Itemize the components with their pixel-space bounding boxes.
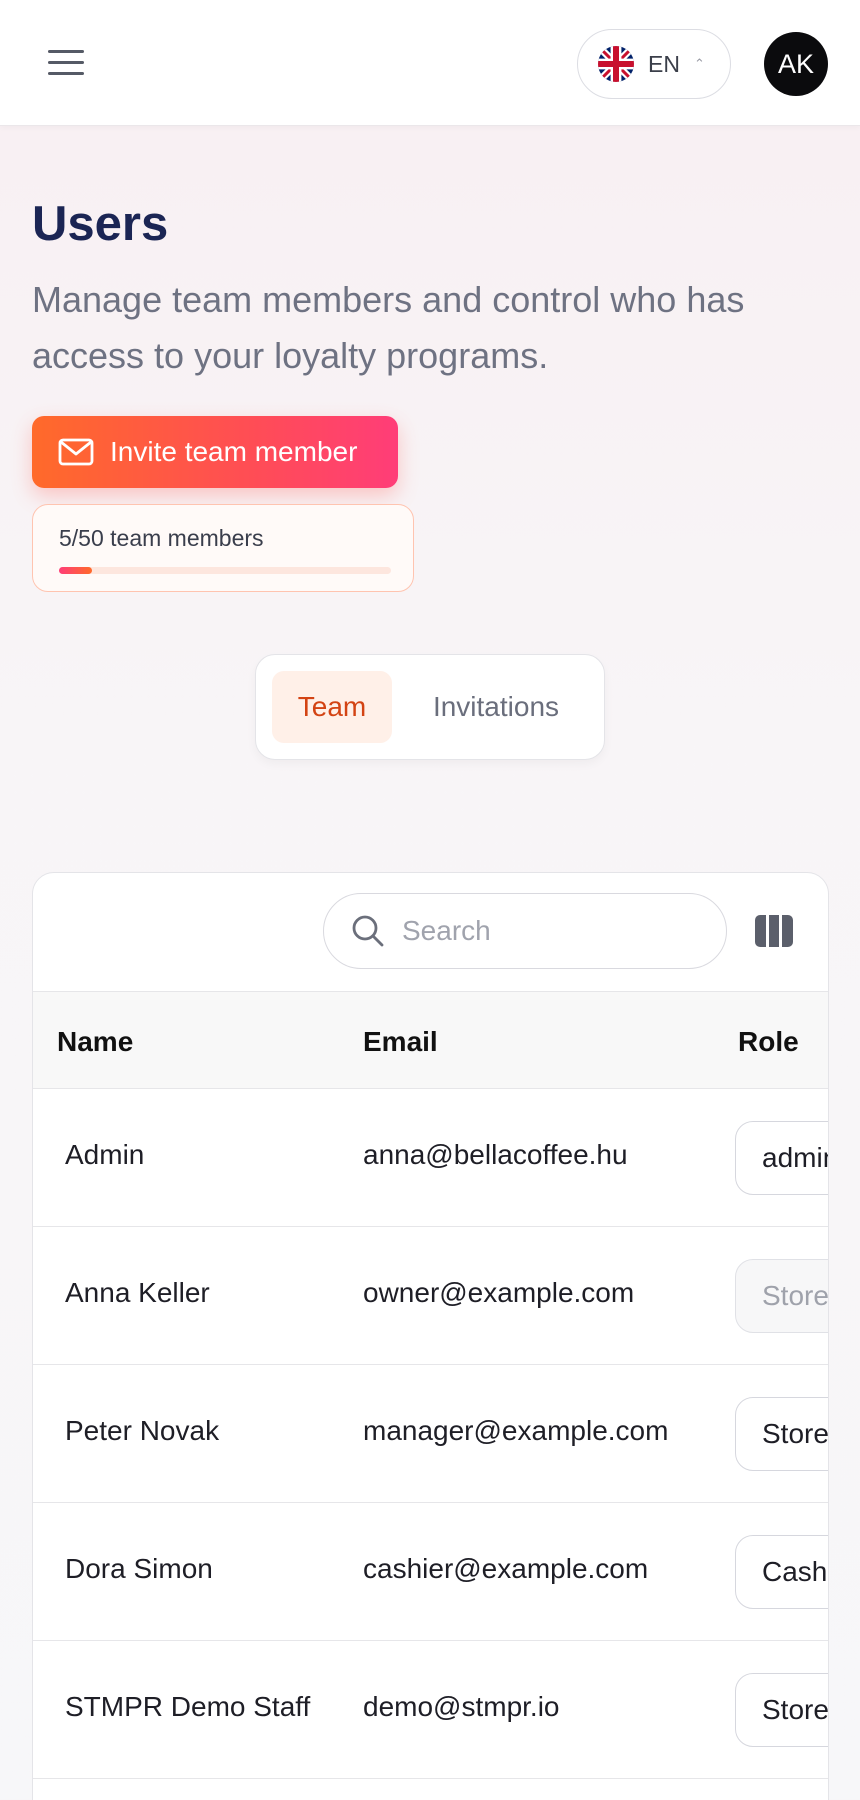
role-select-disabled: Store bbox=[735, 1259, 828, 1333]
hamburger-menu-icon[interactable] bbox=[44, 44, 92, 84]
tab-team[interactable]: Team bbox=[272, 671, 392, 743]
user-name: Peter Novak bbox=[65, 1415, 220, 1446]
column-header-name: Name bbox=[57, 1026, 134, 1057]
role-select[interactable]: Store bbox=[735, 1673, 828, 1747]
table-header: Name Email Role bbox=[33, 991, 828, 1089]
team-member-quota: 5/50 team members bbox=[32, 504, 414, 592]
user-name: STMPR Demo Staff bbox=[65, 1691, 311, 1722]
role-select[interactable]: Cash bbox=[735, 1535, 828, 1609]
user-email: manager@example.com bbox=[363, 1415, 669, 1446]
user-email: anna@bellacoffee.hu bbox=[363, 1139, 628, 1170]
tab-invitations[interactable]: Invitations bbox=[406, 671, 586, 743]
user-email: demo@stmpr.io bbox=[363, 1691, 560, 1722]
page-title: Users bbox=[32, 197, 169, 251]
role-select[interactable]: admin bbox=[735, 1121, 828, 1195]
users-table-card: Name Email Role Admin anna@bellacoffee.h… bbox=[32, 872, 829, 1800]
invite-button-label: Invite team member bbox=[110, 436, 358, 467]
user-avatar[interactable]: AK bbox=[764, 32, 828, 96]
invite-team-member-button[interactable]: Invite team member bbox=[32, 416, 398, 488]
uk-flag-icon bbox=[598, 46, 634, 82]
quota-progress-bar bbox=[59, 567, 391, 574]
column-header-email: Email bbox=[363, 1026, 438, 1057]
user-name: Dora Simon bbox=[65, 1553, 213, 1584]
user-email: cashier@example.com bbox=[363, 1553, 649, 1584]
page-subtitle: Manage team members and control who has … bbox=[32, 279, 745, 376]
chevron-up-icon: ⌃ bbox=[693, 56, 705, 71]
view-tabs: Team Invitations bbox=[255, 654, 605, 760]
table-row[interactable]: Admin anna@bellacoffee.hu admin bbox=[33, 1089, 828, 1227]
columns-toggle-icon[interactable] bbox=[755, 915, 794, 947]
search-icon bbox=[352, 915, 384, 947]
language-code: EN bbox=[648, 50, 680, 77]
top-header: EN ⌃ AK bbox=[0, 0, 860, 126]
table-row[interactable]: STMPR Demo Staff demo@stmpr.io Store bbox=[33, 1641, 828, 1779]
role-select[interactable]: Store bbox=[735, 1397, 828, 1471]
quota-progress-fill bbox=[59, 567, 93, 574]
column-header-role: Role bbox=[738, 1026, 799, 1057]
table-row[interactable]: Dora Simon cashier@example.com Cash bbox=[33, 1503, 828, 1641]
language-selector[interactable]: EN ⌃ bbox=[577, 29, 731, 99]
search-box bbox=[323, 893, 727, 969]
mail-icon bbox=[58, 438, 94, 466]
user-name: Admin bbox=[65, 1139, 145, 1170]
user-email: owner@example.com bbox=[363, 1277, 635, 1308]
user-name: Anna Keller bbox=[65, 1277, 210, 1308]
table-row[interactable]: Anna Keller owner@example.com Store bbox=[33, 1227, 828, 1365]
table-row[interactable]: Peter Novak manager@example.com Store bbox=[33, 1365, 828, 1503]
search-input[interactable] bbox=[402, 915, 702, 947]
quota-text: 5/50 team members bbox=[59, 525, 264, 551]
